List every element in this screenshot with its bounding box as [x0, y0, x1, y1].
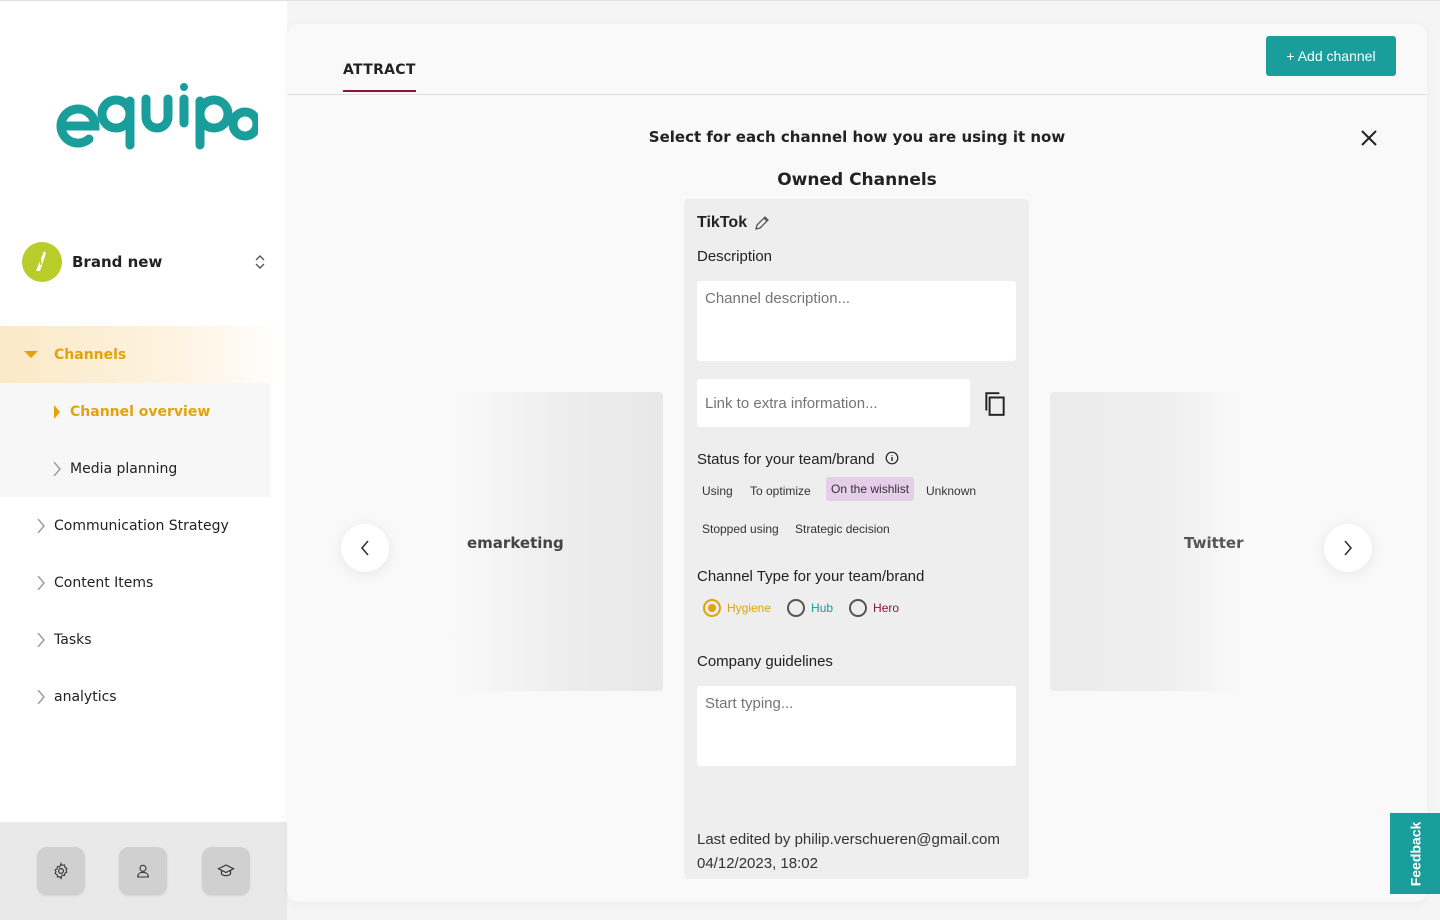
copy-icon[interactable] — [982, 391, 1008, 417]
radio-label: Hub — [811, 601, 834, 615]
page-heading: Select for each channel how you are usin… — [648, 128, 1066, 146]
status-option-to-optimize[interactable]: To optimize — [745, 479, 816, 503]
status-option-stopped-using[interactable]: Stopped using — [697, 517, 784, 541]
channel-name: TikTok — [697, 214, 748, 231]
radio-hero[interactable]: Hero — [849, 599, 899, 617]
channel-type-label: Channel Type for your team/brand — [697, 568, 925, 585]
sidebar-nav: Channels Channel overview Media planning… — [0, 326, 287, 725]
pencil-icon[interactable] — [753, 214, 771, 232]
brand-avatar — [22, 242, 62, 282]
sidebar-item-label: Media planning — [70, 460, 178, 477]
profile-button[interactable] — [119, 847, 168, 895]
user-icon — [137, 864, 150, 878]
graduation-cap-icon — [216, 864, 235, 877]
status-option-unknown[interactable]: Unknown — [921, 479, 981, 503]
carousel-next-button[interactable] — [1324, 524, 1372, 572]
sidebar-footer — [0, 822, 287, 920]
status-label: Status for your team/brand — [697, 451, 899, 468]
chevron-down-icon — [24, 350, 38, 358]
brand-name: Brand new — [72, 253, 163, 271]
chevron-right-icon — [1344, 540, 1353, 556]
guidelines-field[interactable] — [697, 686, 1016, 766]
carousel-prev-button[interactable] — [341, 524, 389, 572]
radio-dot — [787, 599, 806, 617]
section-title: Owned Channels — [777, 170, 937, 190]
add-channel-button[interactable]: + Add channel — [1266, 36, 1396, 76]
sidebar-item-channels[interactable]: Channels — [0, 326, 287, 383]
last-edited-by: Last edited by philip.verschueren@gmail.… — [697, 831, 1000, 848]
tab-attract[interactable]: ATTRACT — [343, 62, 416, 92]
channel-card-active: TikTok Description Status for your team/… — [684, 199, 1029, 879]
settings-button[interactable] — [37, 847, 86, 895]
chevron-right-icon — [37, 689, 45, 704]
last-edited-date: 04/12/2023, 18:02 — [697, 855, 818, 872]
brand-selector[interactable]: Brand new — [22, 241, 267, 283]
channels-subnav: Channel overview Media planning — [0, 383, 270, 497]
channel-title: TikTok — [697, 214, 771, 232]
sidebar-item-communication-strategy[interactable]: Communication Strategy — [0, 497, 287, 554]
feedback-label: Feedback — [1407, 821, 1423, 886]
chevron-left-icon — [360, 540, 369, 556]
status-label-text: Status for your team/brand — [697, 451, 875, 468]
sidebar-item-label: analytics — [54, 688, 117, 705]
sidebar-item-label: Content Items — [54, 574, 154, 591]
sidebar: Brand new Channels Channel overview Medi… — [0, 1, 287, 920]
sidebar-item-content-items[interactable]: Content Items — [0, 554, 287, 611]
channel-card-previous[interactable]: emarketing — [443, 392, 663, 691]
radio-hygiene[interactable]: Hygiene — [703, 599, 771, 617]
sidebar-item-tasks[interactable]: Tasks — [0, 611, 287, 668]
radio-dot — [703, 599, 721, 617]
sidebar-item-label: Channels — [54, 346, 127, 363]
sidebar-item-label: Communication Strategy — [54, 517, 229, 534]
guidelines-label: Company guidelines — [697, 653, 833, 670]
sidebar-item-label: Tasks — [54, 631, 92, 648]
chevron-right-icon — [54, 404, 60, 419]
radio-label: Hygiene — [727, 601, 772, 615]
radio-label: Hero — [873, 601, 900, 615]
description-field[interactable] — [697, 281, 1016, 361]
academy-button[interactable] — [201, 847, 250, 895]
info-icon[interactable] — [885, 451, 899, 465]
radio-hub[interactable]: Hub — [787, 599, 833, 617]
sidebar-item-media-planning[interactable]: Media planning — [0, 440, 270, 497]
chevron-right-icon — [37, 575, 45, 590]
feedback-tab[interactable]: Feedback — [1390, 813, 1440, 894]
channel-card-label: emarketing — [467, 534, 564, 552]
bottle-icon — [36, 251, 46, 271]
description-label: Description — [697, 248, 773, 265]
chevron-right-icon — [37, 518, 45, 533]
channel-type-radio-group: Hygiene Hub Hero — [703, 599, 915, 617]
status-option-strategic-decision[interactable]: Strategic decision — [790, 517, 895, 541]
chevron-updown-icon — [255, 255, 265, 269]
chevron-right-icon — [37, 632, 45, 647]
last-edited-info: Last edited by philip.verschueren@gmail.… — [697, 828, 1000, 876]
tab-bar: ATTRACT + Add channel — [287, 24, 1427, 95]
link-field[interactable] — [697, 379, 970, 427]
sidebar-item-channel-overview[interactable]: Channel overview — [0, 383, 270, 440]
main-panel: ATTRACT + Add channel Select for each ch… — [287, 24, 1427, 902]
close-icon[interactable] — [1359, 128, 1379, 148]
status-option-on-the-wishlist[interactable]: On the wishlist — [826, 477, 915, 501]
channel-card-label: Twitter — [1184, 534, 1244, 552]
status-option-using[interactable]: Using — [697, 479, 738, 503]
channel-card-next[interactable]: Twitter — [1050, 392, 1250, 691]
sidebar-item-label: Channel overview — [70, 403, 211, 420]
settings-gear-icon — [54, 862, 68, 880]
equipo-logo — [56, 83, 258, 150]
sidebar-item-analytics[interactable]: analytics — [0, 668, 287, 725]
chevron-right-icon — [53, 461, 61, 476]
radio-dot — [849, 599, 868, 617]
